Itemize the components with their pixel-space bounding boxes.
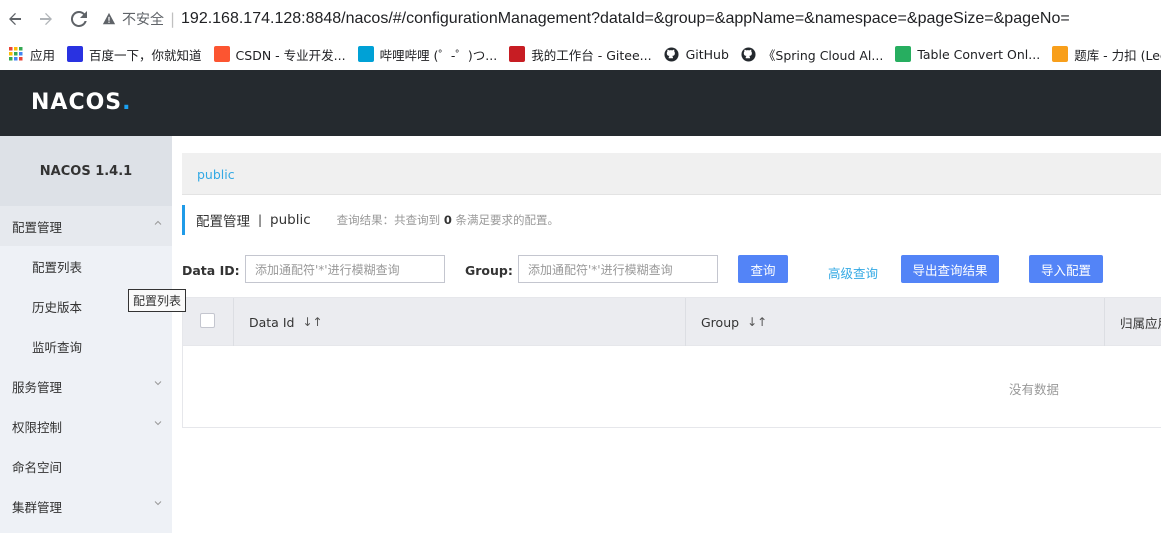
github-icon bbox=[664, 46, 680, 62]
bookmark-label: CSDN - 专业开发... bbox=[235, 47, 346, 63]
nacos-logo[interactable]: NACOS. bbox=[31, 90, 132, 115]
import-button[interactable]: 导入配置 bbox=[1029, 255, 1103, 283]
sort-icon[interactable]: ↓↑ bbox=[302, 315, 322, 329]
sidebar-item-label: 监听查询 bbox=[32, 339, 83, 355]
sidebar-item-6[interactable]: 命名空间 bbox=[0, 446, 172, 486]
column-header-app[interactable]: 归属应用 bbox=[1120, 298, 1161, 346]
bookmark-label: 应用 bbox=[30, 47, 56, 63]
dataid-input[interactable]: 添加通配符'*'进行模糊查询 bbox=[245, 255, 445, 283]
column-divider bbox=[685, 298, 686, 346]
back-arrow-icon[interactable] bbox=[4, 8, 26, 30]
sidebar-item-label: 配置管理 bbox=[12, 219, 63, 235]
sidebar-item-5[interactable]: 权限控制 bbox=[0, 406, 172, 446]
bookmark-item[interactable]: 我的工作台 - Gitee... bbox=[509, 45, 652, 64]
insecure-label: 不安全 bbox=[121, 12, 164, 28]
github-icon bbox=[741, 46, 757, 62]
bookmark-label: Table Convert Onl... bbox=[917, 46, 1041, 62]
advanced-query-link[interactable]: 高级查询 bbox=[828, 263, 878, 282]
bookmark-label: 我的工作台 - Gitee... bbox=[531, 47, 652, 63]
column-divider bbox=[233, 298, 234, 346]
bookmark-item[interactable]: 《Spring Cloud Al... bbox=[741, 45, 883, 64]
tooltip: 配置列表 bbox=[128, 289, 187, 312]
config-table: Data Id↓↑ Group↓↑ 归属应用 没有数据 bbox=[182, 297, 1161, 428]
sidebar-item-4[interactable]: 服务管理 bbox=[0, 366, 172, 406]
search-form: Data ID: 添加通配符'*'进行模糊查询 Group: 添加通配符'*'进… bbox=[182, 255, 1161, 285]
bilibili-icon bbox=[357, 46, 374, 62]
chevron-down-icon bbox=[154, 501, 162, 506]
dataid-label: Data ID: bbox=[182, 263, 240, 278]
chevron-down-icon bbox=[154, 421, 162, 426]
bookmark-item[interactable]: GitHub bbox=[664, 46, 729, 62]
query-button[interactable]: 查询 bbox=[738, 255, 788, 283]
gitee-icon bbox=[509, 46, 526, 62]
sort-icon[interactable]: ↓↑ bbox=[747, 315, 767, 329]
warning-icon bbox=[102, 12, 116, 25]
sidebar-item-0[interactable]: 配置管理 bbox=[0, 206, 172, 246]
sidebar-version: NACOS 1.4.1 bbox=[0, 136, 172, 206]
column-divider bbox=[1104, 298, 1105, 346]
browser-address-bar: 不安全 | 192.168.174.128:8848/nacos/#/confi… bbox=[0, 0, 1161, 38]
table-header: Data Id↓↑ Group↓↑ 归属应用 bbox=[183, 298, 1161, 346]
sidebar-item-label: 命名空间 bbox=[12, 459, 63, 475]
forward-arrow-icon[interactable] bbox=[35, 8, 57, 30]
bookmark-item[interactable]: 哔哩哔哩 (゜-゜)つ... bbox=[357, 45, 498, 64]
table-convert-icon bbox=[895, 46, 912, 62]
csdn-icon bbox=[213, 46, 230, 62]
bookmark-label: 《Spring Cloud Al... bbox=[762, 47, 884, 63]
chevron-up-icon bbox=[154, 220, 162, 225]
title-namespace: public bbox=[270, 212, 311, 228]
column-header-dataid[interactable]: Data Id ↓↑ bbox=[249, 298, 323, 346]
column-header-group[interactable]: Group ↓↑ bbox=[701, 298, 767, 346]
app-header: NACOS. bbox=[0, 70, 1161, 136]
sidebar-item-3[interactable]: 监听查询 bbox=[0, 326, 172, 366]
bookmarks-bar: 应用 百度一下，你就知道 CSDN - 专业开发... 哔哩哔哩 (゜-゜)つ... 我… bbox=[0, 38, 1161, 70]
bookmark-item[interactable]: Table Convert Onl... bbox=[895, 46, 1040, 62]
apps-grid-icon bbox=[8, 46, 24, 62]
page-title-row: 配置管理 | public 查询结果：共查询到 0 条满足要求的配置。 bbox=[182, 205, 559, 235]
group-label: Group: bbox=[465, 263, 513, 278]
result-summary: 查询结果：共查询到 0 条满足要求的配置。 bbox=[336, 213, 559, 227]
page-title: 配置管理 bbox=[196, 214, 250, 230]
sidebar-item-label: 历史版本 bbox=[32, 299, 83, 315]
namespace-bar: public bbox=[182, 153, 1161, 195]
chevron-down-icon bbox=[154, 381, 162, 386]
bookmark-item[interactable]: CSDN - 专业开发... bbox=[213, 45, 346, 64]
bookmark-label: 百度一下，你就知道 bbox=[89, 47, 202, 63]
bookmark-label: 题库 - 力扣 (Lee bbox=[1074, 47, 1161, 63]
namespace-link-public[interactable]: public bbox=[197, 167, 235, 182]
url-text: 192.168.174.128:8848/nacos/#/configurati… bbox=[181, 10, 1070, 27]
reload-icon[interactable] bbox=[68, 8, 90, 30]
bookmark-item[interactable]: 应用 bbox=[8, 45, 55, 64]
select-all-checkbox[interactable] bbox=[200, 313, 215, 328]
bookmark-item[interactable]: 题库 - 力扣 (Lee bbox=[1052, 45, 1161, 64]
url-field[interactable]: 不安全 | 192.168.174.128:8848/nacos/#/confi… bbox=[102, 5, 1161, 33]
sidebar-item-label: 配置列表 bbox=[32, 259, 83, 275]
empty-state-text: 没有数据 bbox=[1009, 382, 1060, 397]
sidebar-item-label: 集群管理 bbox=[12, 499, 63, 515]
sidebar-item-7[interactable]: 集群管理 bbox=[0, 486, 172, 526]
bookmark-label: 哔哩哔哩 (゜-゜)つ... bbox=[379, 47, 498, 63]
title-separator: | bbox=[258, 213, 263, 227]
sidebar-item-label: 权限控制 bbox=[12, 419, 63, 435]
sidebar-item-1[interactable]: 配置列表 bbox=[0, 246, 172, 286]
leetcode-icon bbox=[1052, 46, 1069, 62]
sidebar-item-label: 服务管理 bbox=[12, 379, 63, 395]
bookmark-label: GitHub bbox=[685, 46, 729, 62]
sidebar: NACOS 1.4.1 配置管理配置列表历史版本监听查询服务管理权限控制命名空间… bbox=[0, 136, 172, 533]
export-button[interactable]: 导出查询结果 bbox=[901, 255, 999, 283]
url-separator: | bbox=[169, 10, 176, 28]
group-input[interactable]: 添加通配符'*'进行模糊查询 bbox=[518, 255, 718, 283]
bookmark-item[interactable]: 百度一下，你就知道 bbox=[67, 45, 202, 64]
baidu-paw-icon bbox=[67, 46, 84, 62]
